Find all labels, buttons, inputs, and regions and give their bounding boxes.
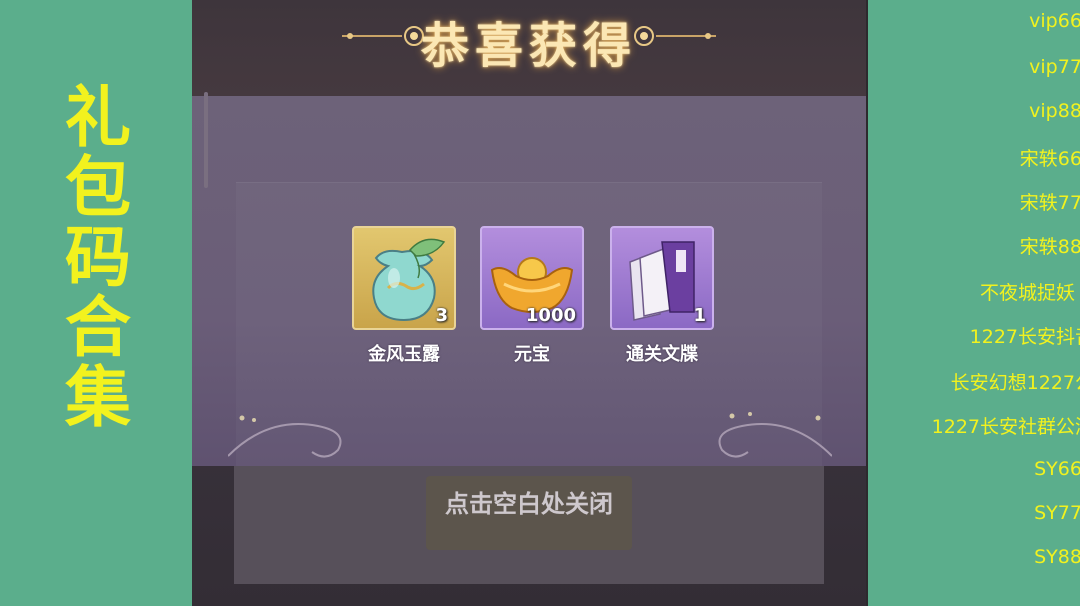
- scrollbar-thumb[interactable]: [204, 92, 208, 188]
- gift-code: vip888: [1029, 100, 1080, 122]
- item-name: 通关文牒: [626, 344, 698, 365]
- gift-code: SY888: [1034, 546, 1080, 568]
- item-quantity: 3: [435, 305, 448, 326]
- reward-item-frame: 1: [610, 226, 714, 330]
- title-ornament-right-icon: [634, 26, 716, 46]
- reward-item-frame: 1000: [480, 226, 584, 330]
- gift-code: 宋轶777: [1019, 192, 1080, 214]
- cloud-decoration-left-icon: [228, 415, 342, 458]
- item-quantity: 1: [693, 305, 706, 326]
- gift-code-collection-title: 礼包码合集: [54, 82, 131, 432]
- gift-code-list: vip666 vip777 vip888 宋轶666 宋轶777 宋轶888 不…: [868, 0, 1080, 606]
- reward-item-tongguan-wendie[interactable]: 1 通关文牒: [610, 226, 714, 366]
- item-name: 金风玉露: [368, 344, 440, 365]
- game-screen[interactable]: 恭喜获得 3 金风玉露 1000 元宝 1 通关文牒 点击空白处关闭: [192, 0, 866, 606]
- gift-code: SY666: [1034, 458, 1080, 480]
- cloud-decoration-right-icon: [718, 412, 832, 458]
- gift-code: 不夜城捉妖（: [979, 282, 1080, 304]
- item-quantity: 1000: [525, 305, 576, 326]
- close-area[interactable]: 点击空白处关闭: [234, 466, 824, 584]
- gift-code: 1227长安抖音: [969, 326, 1080, 348]
- gift-code: 宋轶666: [1019, 148, 1080, 170]
- gift-code: SY777: [1034, 502, 1080, 524]
- reward-item-frame: 3: [352, 226, 456, 330]
- gift-code: 长安幻想1227公: [950, 372, 1080, 394]
- item-name: 元宝: [514, 344, 550, 365]
- reward-item-yuanbao[interactable]: 1000 元宝: [480, 226, 584, 366]
- left-promo-panel: 礼包码合集: [0, 0, 192, 606]
- close-hint-text: 点击空白处关闭: [445, 490, 613, 518]
- gift-code: 1227长安社群公测: [931, 416, 1080, 438]
- reward-item-jinfeng-yulu[interactable]: 3 金风玉露: [352, 226, 456, 366]
- dialog-title: 恭喜获得: [420, 18, 637, 74]
- gift-code: vip777: [1029, 56, 1080, 78]
- gift-code: 宋轶888: [1019, 236, 1080, 258]
- gift-code: vip666: [1029, 10, 1080, 32]
